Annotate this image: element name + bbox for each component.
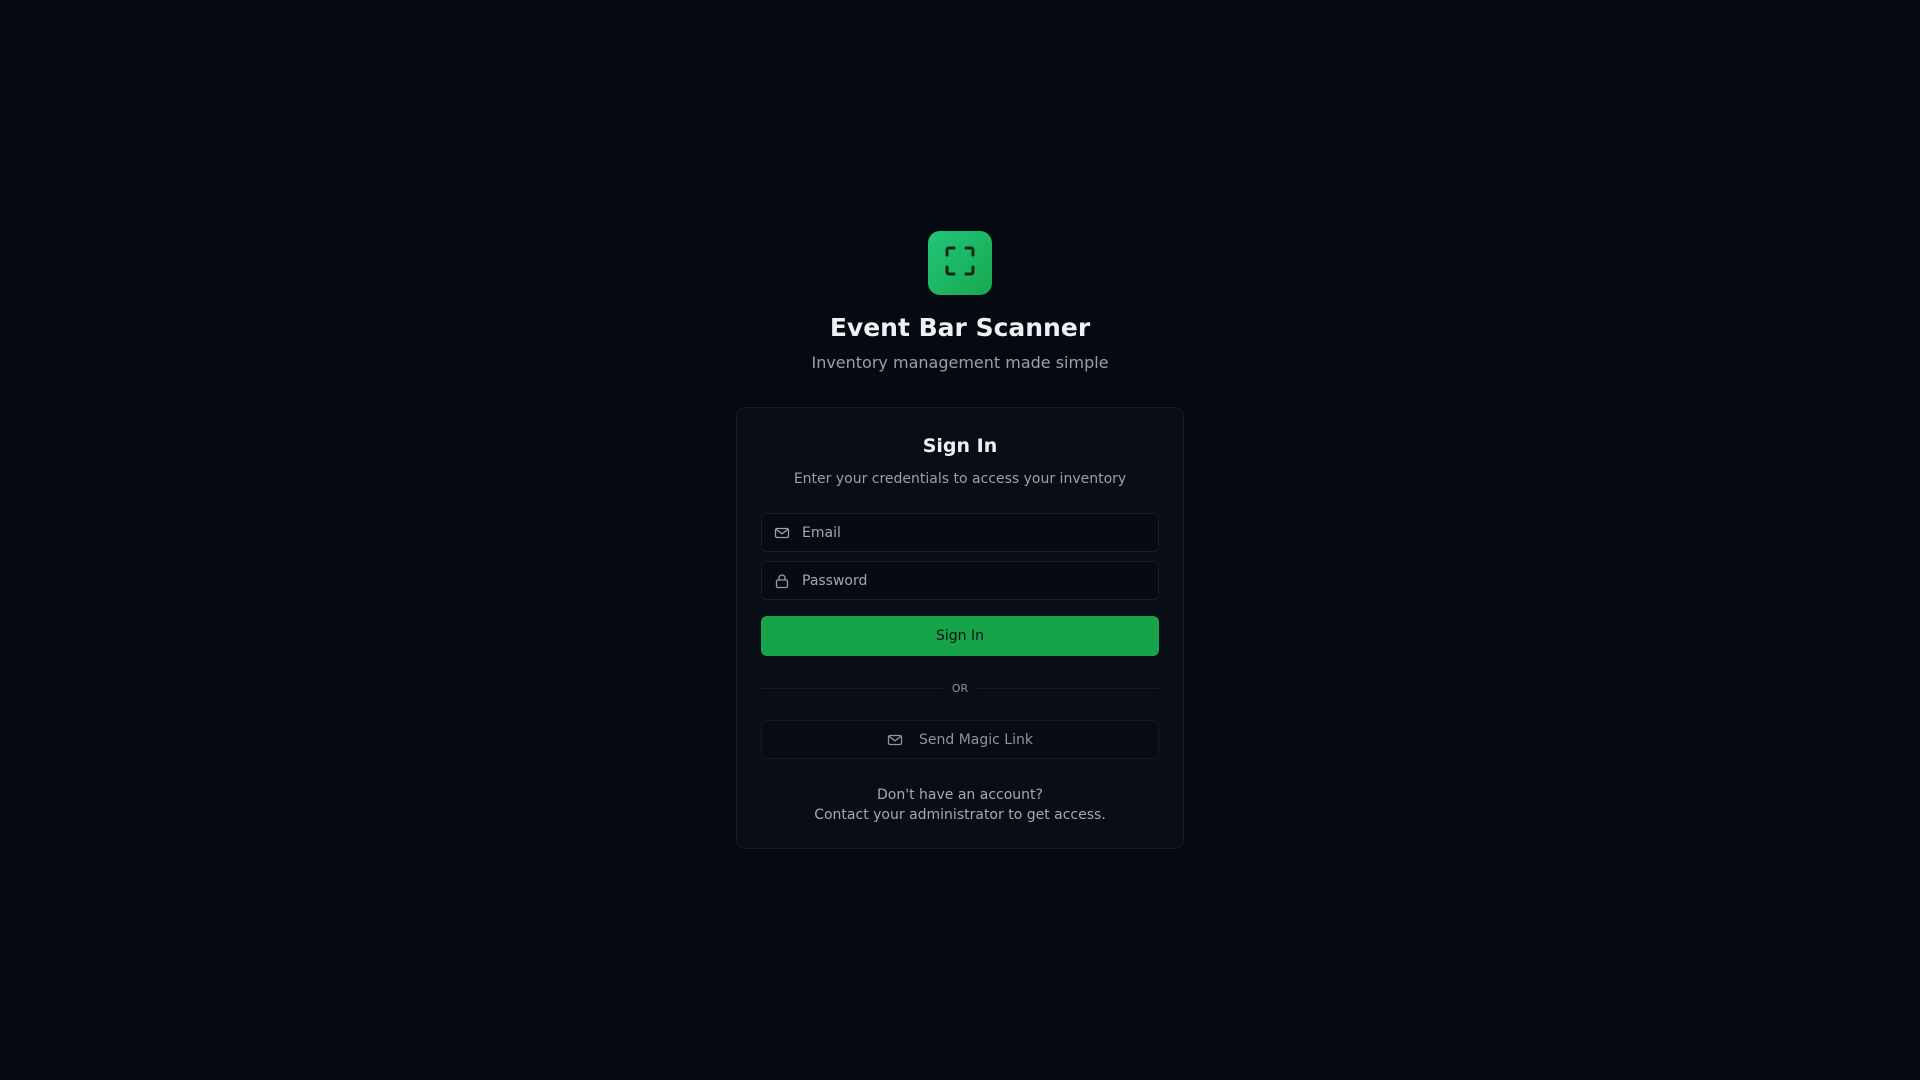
magic-link-label: Send Magic Link — [919, 731, 1033, 748]
app-title: Event Bar Scanner — [829, 313, 1091, 342]
send-magic-link-button[interactable]: Send Magic Link — [761, 720, 1159, 759]
mail-icon — [774, 525, 790, 541]
divider-label: OR — [951, 681, 969, 695]
divider-line-left — [761, 687, 942, 689]
signin-description: Enter your credentials to access your in… — [793, 471, 1127, 487]
signin-title: Sign In — [922, 435, 998, 457]
login-page: Event Bar Scanner Inventory management m… — [0, 0, 1920, 1080]
no-account-text: Don't have an account? — [877, 787, 1043, 803]
scan-frame-icon — [945, 246, 975, 280]
email-input[interactable] — [790, 514, 1158, 551]
or-divider: OR — [761, 680, 1159, 696]
divider-line-right — [978, 687, 1159, 689]
lock-icon — [774, 573, 790, 589]
account-help-text: Don't have an account? Contact your admi… — [737, 785, 1183, 825]
password-input[interactable] — [790, 562, 1158, 599]
sign-in-button[interactable]: Sign In — [761, 616, 1159, 656]
email-field — [761, 513, 1159, 552]
password-field — [761, 561, 1159, 600]
contact-admin-text: Contact your administrator to get access… — [814, 807, 1106, 823]
mail-icon — [887, 732, 903, 748]
brand-header: Event Bar Scanner Inventory management m… — [0, 231, 1920, 373]
signin-card: Sign In Enter your credentials to access… — [736, 407, 1184, 849]
app-logo — [928, 231, 992, 295]
app-subtitle: Inventory management made simple — [811, 353, 1109, 372]
